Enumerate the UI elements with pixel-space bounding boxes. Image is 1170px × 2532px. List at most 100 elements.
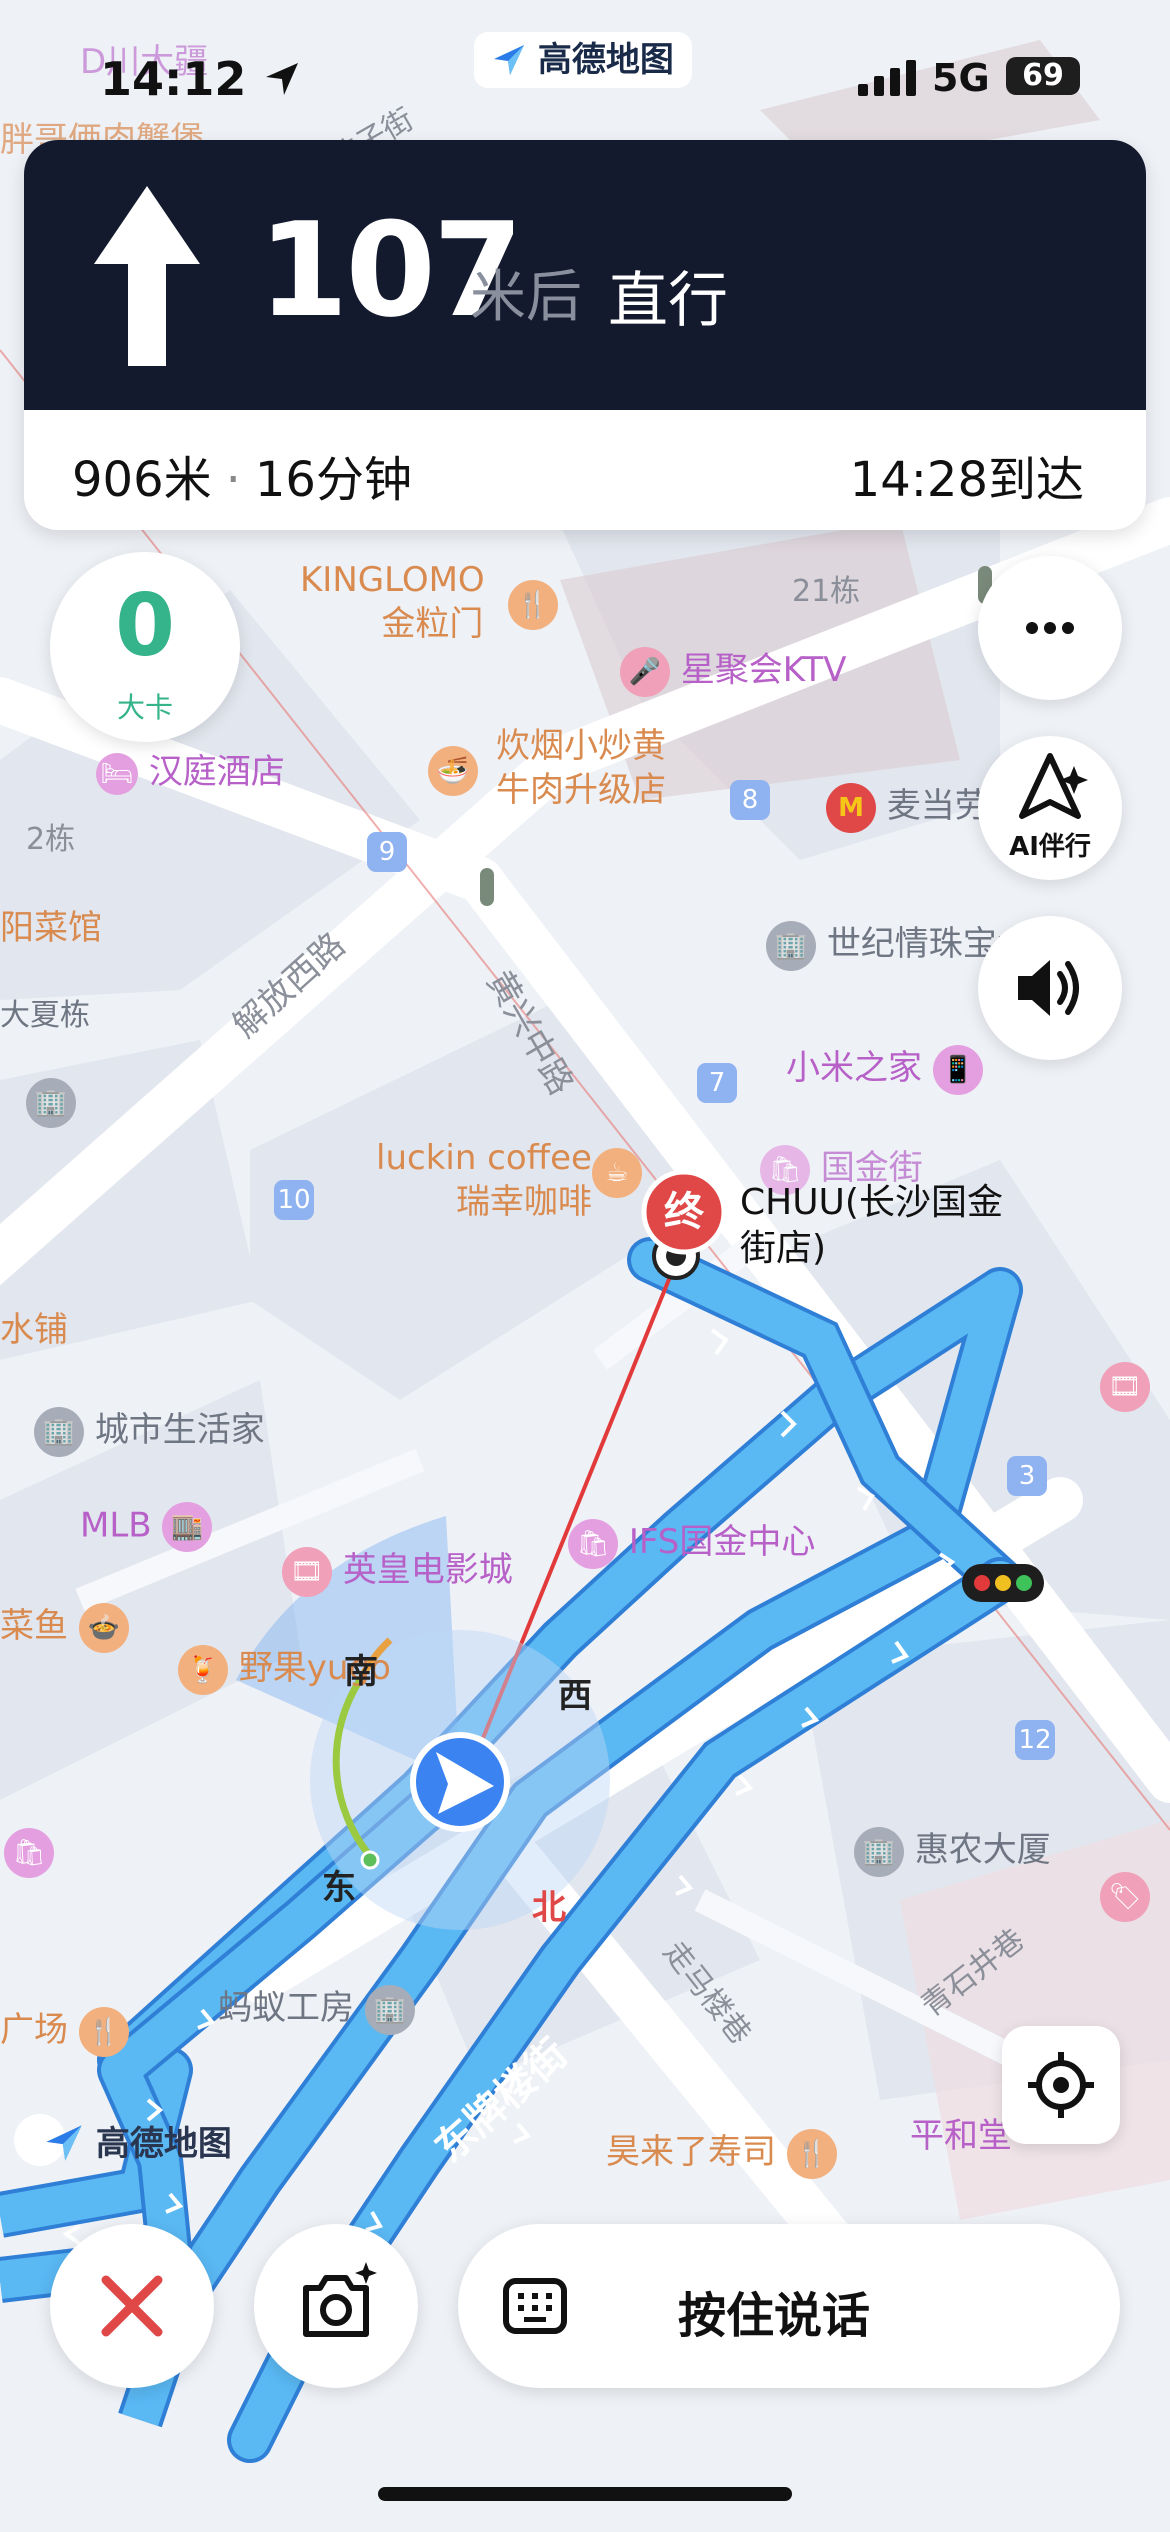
building-icon: 🏢 [364, 1984, 415, 2035]
cinema-icon: 🎞 [1100, 1362, 1150, 1412]
poi-chaohuang-line1: 炊烟小炒黄 [496, 726, 666, 766]
amap-badge[interactable]: 高德地图 [474, 32, 692, 88]
poi-building21: 21栋 [792, 574, 861, 609]
poi-mlb[interactable]: MLB 🏬 [80, 1502, 213, 1552]
road-number: 10 [274, 1180, 314, 1220]
signal-icon [858, 60, 916, 96]
speed-indicator[interactable]: 0 大卡 [50, 552, 240, 742]
navigation-card[interactable]: 107 米后 直行 906米 · 16分钟 14:28到达 [24, 140, 1146, 530]
volume-button[interactable] [978, 916, 1122, 1060]
exit-navigation-button[interactable] [50, 2224, 214, 2388]
poi-yingfeng[interactable]: 🎞 英皇电影城 [282, 1542, 513, 1597]
ai-companion-button[interactable]: AI伴行 [978, 736, 1122, 880]
battery-icon: 69 [1006, 57, 1080, 95]
poi-mcd[interactable]: M 麦当劳 [826, 778, 989, 833]
ai-sparkle-icon [1019, 753, 1088, 819]
keyboard-icon [503, 2278, 567, 2334]
poi-guangchang-label: 广场 [0, 2010, 68, 2050]
compass-west: 西 [558, 1676, 592, 1716]
poi-yangcai[interactable]: 阳菜馆 [0, 900, 102, 949]
home-indicator[interactable] [378, 2487, 792, 2501]
remaining-distance: 906米 [72, 452, 212, 508]
amap-watermark: 高德地图 [44, 2116, 232, 2165]
poi-luckin-en: luckin coffee [376, 1138, 592, 1178]
navigation-instruction: 107 米后 直行 [24, 140, 1146, 410]
restaurant-icon: 🍴 [78, 2006, 129, 2057]
building-icon: 🏢 [854, 1826, 904, 1877]
straight-arrow-icon [94, 186, 200, 366]
poi-huinong[interactable]: 🏢 惠农大厦 [854, 1822, 1051, 1877]
compass-east: 东 [322, 1868, 356, 1908]
amap-logo-icon [46, 2125, 82, 2161]
speaker-icon [1018, 960, 1079, 1016]
status-time-text: 14:12 [100, 52, 247, 106]
turn-instruction: 直行 [608, 266, 728, 336]
network-type: 5G [932, 56, 990, 100]
road-number: 3 [1007, 1456, 1047, 1496]
poi-dasha[interactable]: 大夏栋 [0, 990, 90, 1034]
building-icon: 🏢 [766, 920, 816, 971]
amap-badge-label: 高德地图 [537, 40, 674, 80]
restaurant-icon: 🍴 [508, 580, 558, 630]
poi-shoushi-label: 昊来了寿司 [606, 2132, 776, 2172]
poi-chengshi[interactable]: 🏢 城市生活家 [34, 1402, 265, 1457]
locate-button[interactable] [1002, 2026, 1120, 2144]
poi-shuipu[interactable]: 水铺 [0, 1302, 68, 1351]
poi-mcd-label: 麦当劳 [886, 786, 989, 826]
poi-chengshi-label: 城市生活家 [94, 1410, 265, 1450]
poi-kinglomo[interactable]: KINGLOMO 金粒门 [300, 558, 485, 646]
restaurant-icon: 🍴 [786, 2128, 837, 2179]
poi-luckin[interactable]: luckin coffee 瑞幸咖啡 [376, 1136, 592, 1224]
speed-label: 大卡 [116, 691, 173, 724]
more-button[interactable] [978, 556, 1122, 700]
poi-shoushi[interactable]: 昊来了寿司 🍴 [606, 2124, 837, 2179]
destination-label[interactable]: CHUU(长沙国金 街店) [740, 1180, 1003, 1272]
crosshair-icon [1028, 2052, 1094, 2118]
poi-hanting[interactable]: 🛏 汉庭酒店 [96, 744, 285, 795]
poi-mayi[interactable]: 蚂蚁工房 🏢 [218, 1980, 415, 2035]
more-icon [1026, 622, 1074, 634]
status-time: 14:12 [100, 52, 302, 106]
restaurant-icon: 🍜 [428, 746, 478, 796]
building-icon: 🏢 [26, 1078, 76, 1128]
poi-building2: 2栋 [26, 822, 76, 857]
poi-caiyu[interactable]: 菜鱼 🍲 [0, 1598, 129, 1653]
remaining-time: 16分钟 [254, 452, 412, 508]
road-number: 7 [697, 1063, 737, 1103]
phone-icon: 📱 [932, 1044, 983, 1095]
hotel-icon: 🛏 [96, 752, 138, 795]
camera-button[interactable] [254, 2224, 418, 2388]
separator: · [225, 452, 241, 508]
arrival-time: 14:28到达 [849, 452, 1084, 508]
road-number: 9 [367, 832, 407, 872]
poi-kinglomo-cn: 金粒门 [381, 604, 484, 644]
remaining-info: 906米 · 16分钟 [72, 440, 412, 510]
poi-guangchang[interactable]: 广场 🍴 [0, 2002, 129, 2057]
poi-mlb-label: MLB [80, 1505, 152, 1546]
compass-south: 南 [344, 1652, 378, 1692]
poi-pinghe[interactable]: 平和堂 [910, 2108, 1012, 2157]
push-to-talk-button[interactable]: 按住说话 [458, 2224, 1120, 2388]
poi-huinong-label: 惠农大厦 [914, 1830, 1051, 1870]
amap-logo-icon [494, 45, 524, 75]
location-arrow-icon [266, 63, 299, 95]
poi-xiaomi[interactable]: 小米之家 📱 [786, 1040, 983, 1095]
ktv-icon: 🎤 [620, 646, 670, 697]
poi-yingfeng-label: 英皇电影城 [342, 1550, 513, 1590]
poi-kinglomo-en: KINGLOMO [300, 560, 485, 600]
push-to-talk-label: 按住说话 [678, 2288, 871, 2344]
poi-ifs[interactable]: 🛍 IFS国金中心 [568, 1514, 815, 1569]
ai-companion-label: AI伴行 [1009, 832, 1091, 862]
destination-name-line2: 街店) [740, 1228, 827, 1269]
bottom-bar: 按住说话 [0, 2200, 1170, 2532]
compass-north: 北 [532, 1888, 566, 1928]
destination-marker[interactable]: 终 [644, 1172, 724, 1252]
poi-chaohuang[interactable]: 炊烟小炒黄 牛肉升级店 [496, 724, 666, 812]
battery-level: 69 [1022, 58, 1064, 93]
poi-chaohuang-line2: 牛肉升级店 [496, 770, 666, 810]
amap-watermark-label: 高德地图 [95, 2124, 232, 2164]
status-bar: 14:12 高德地图 5G 69 [0, 0, 1170, 140]
drink-icon: 🍹 [178, 1644, 228, 1695]
shopping-icon: 🛍 [4, 1828, 54, 1878]
poi-ktv[interactable]: 🎤 星聚会KTV [620, 642, 847, 697]
